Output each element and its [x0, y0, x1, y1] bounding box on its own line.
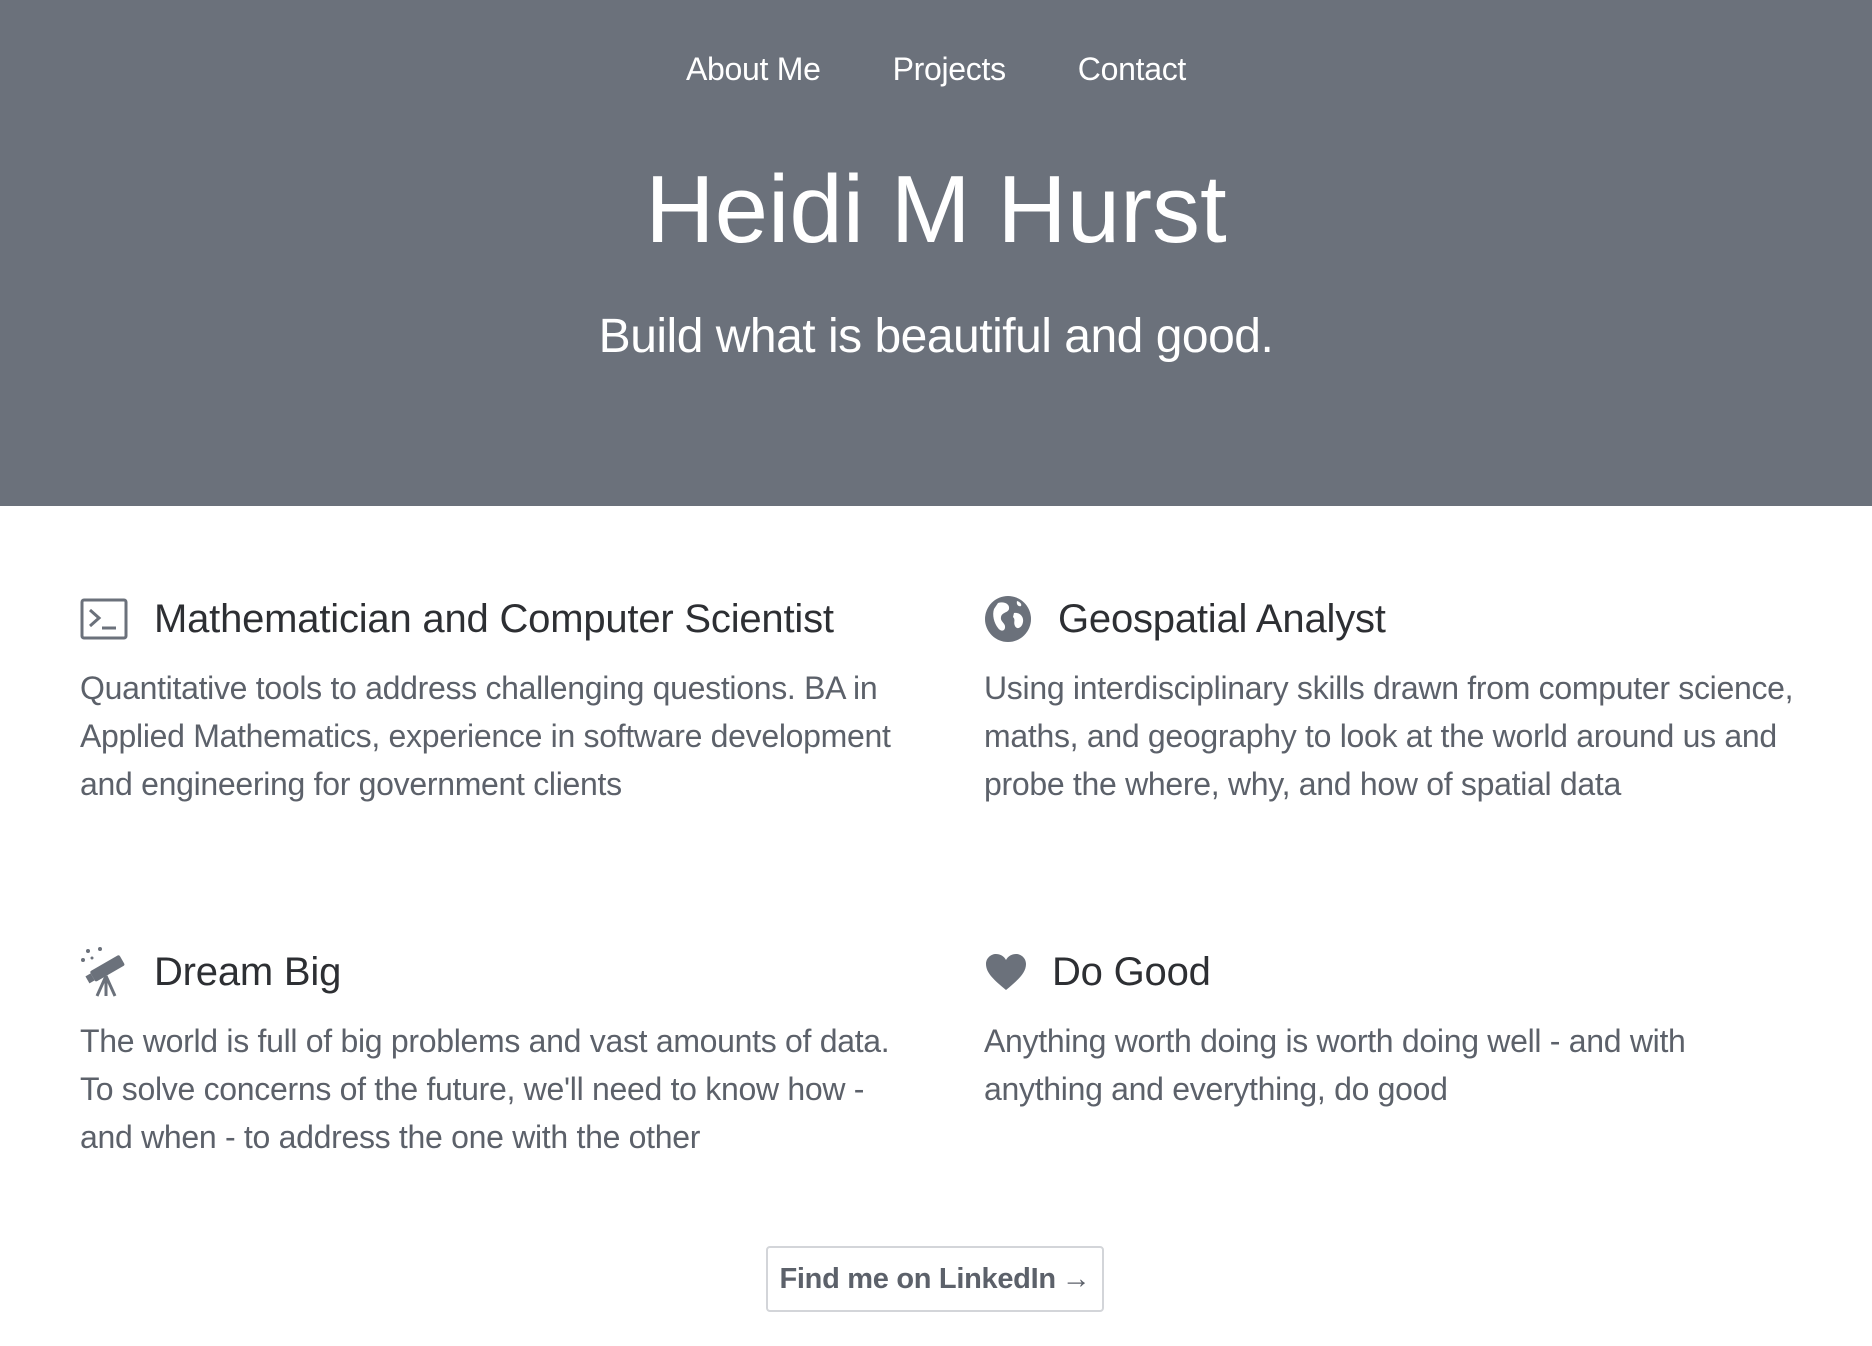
feature-header: Dream Big [80, 943, 900, 1001]
feature-title: Do Good [1052, 950, 1211, 994]
feature-description: Anything worth doing is worth doing well… [984, 1023, 1686, 1107]
feature-header: Geospatial Analyst [984, 590, 1804, 648]
feature-title: Geospatial Analyst [1058, 597, 1386, 641]
nav-projects-link[interactable]: Projects [893, 46, 1007, 92]
feature-card-dream-big: Dream Big The world is full of big probl… [80, 943, 900, 1161]
heart-icon [984, 946, 1032, 998]
feature-description: The world is full of big problems and va… [80, 1023, 890, 1155]
hero-tagline: Build what is beautiful and good. [598, 310, 1274, 363]
feature-title: Dream Big [154, 950, 342, 994]
feature-title: Mathematician and Computer Scientist [154, 597, 834, 641]
top-nav: About Me Projects Contact [0, 46, 1872, 92]
feature-card-do-good: Do Good Anything worth doing is worth do… [984, 943, 1804, 1113]
feature-description: Using interdisciplinary skills drawn fro… [984, 670, 1794, 802]
feature-header: Mathematician and Computer Scientist [80, 590, 900, 648]
nav-about-me-link[interactable]: About Me [686, 46, 821, 92]
feature-card-mathematician: Mathematician and Computer Scientist Qua… [80, 590, 900, 808]
linkedin-button[interactable]: Find me on LinkedIn → [766, 1246, 1104, 1312]
globe-icon [984, 593, 1036, 645]
hero-banner: About Me Projects Contact Heidi M Hurst … [0, 0, 1872, 506]
page-title: Heidi M Hurst [645, 156, 1227, 263]
nav-contact-link[interactable]: Contact [1078, 46, 1186, 92]
feature-header: Do Good [984, 943, 1804, 1001]
linkedin-button-label: Find me on LinkedIn [779, 1262, 1057, 1295]
telescope-icon [80, 946, 132, 998]
arrow-right-icon: → [1061, 1262, 1091, 1295]
feature-card-geospatial: Geospatial Analyst Using interdisciplina… [984, 590, 1804, 808]
feature-description: Quantitative tools to address challengin… [80, 670, 891, 802]
terminal-icon [80, 593, 132, 645]
